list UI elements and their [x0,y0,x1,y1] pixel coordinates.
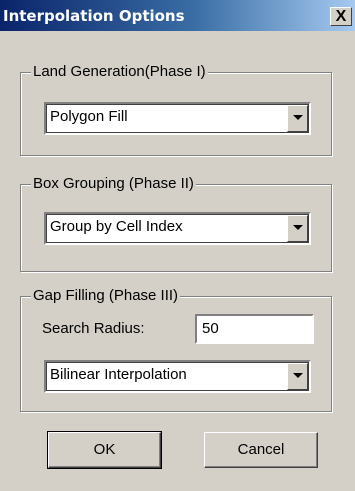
close-icon: X [335,8,347,25]
ok-button[interactable]: OK [47,431,162,469]
chevron-down-icon [293,115,303,120]
chevron-down-icon [293,373,303,378]
box-grouping-legend: Box Grouping (Phase II) [31,174,196,194]
search-radius-input[interactable]: 50 [195,314,314,344]
cancel-button[interactable]: Cancel [204,432,318,468]
gap-filling-dropdown-button[interactable] [287,363,308,390]
gap-filling-legend: Gap Filling (Phase III) [31,286,181,306]
title-bar[interactable]: Interpolation Options X [0,0,355,31]
land-generation-value: Polygon Fill [50,108,128,125]
gap-filling-select[interactable]: Bilinear Interpolation [44,360,311,393]
box-grouping-select[interactable]: Group by Cell Index [44,212,311,245]
window-title: Interpolation Options [3,7,185,25]
gap-filling-value: Bilinear Interpolation [50,366,187,383]
search-radius-label: Search Radius: [42,320,145,337]
box-grouping-dropdown-button[interactable] [287,215,308,242]
land-generation-select[interactable]: Polygon Fill [44,102,311,135]
box-grouping-value: Group by Cell Index [50,218,183,235]
chevron-down-icon [293,225,303,230]
land-generation-legend: Land Generation(Phase I) [31,62,208,82]
close-button[interactable]: X [330,7,352,26]
land-generation-dropdown-button[interactable] [287,105,308,132]
